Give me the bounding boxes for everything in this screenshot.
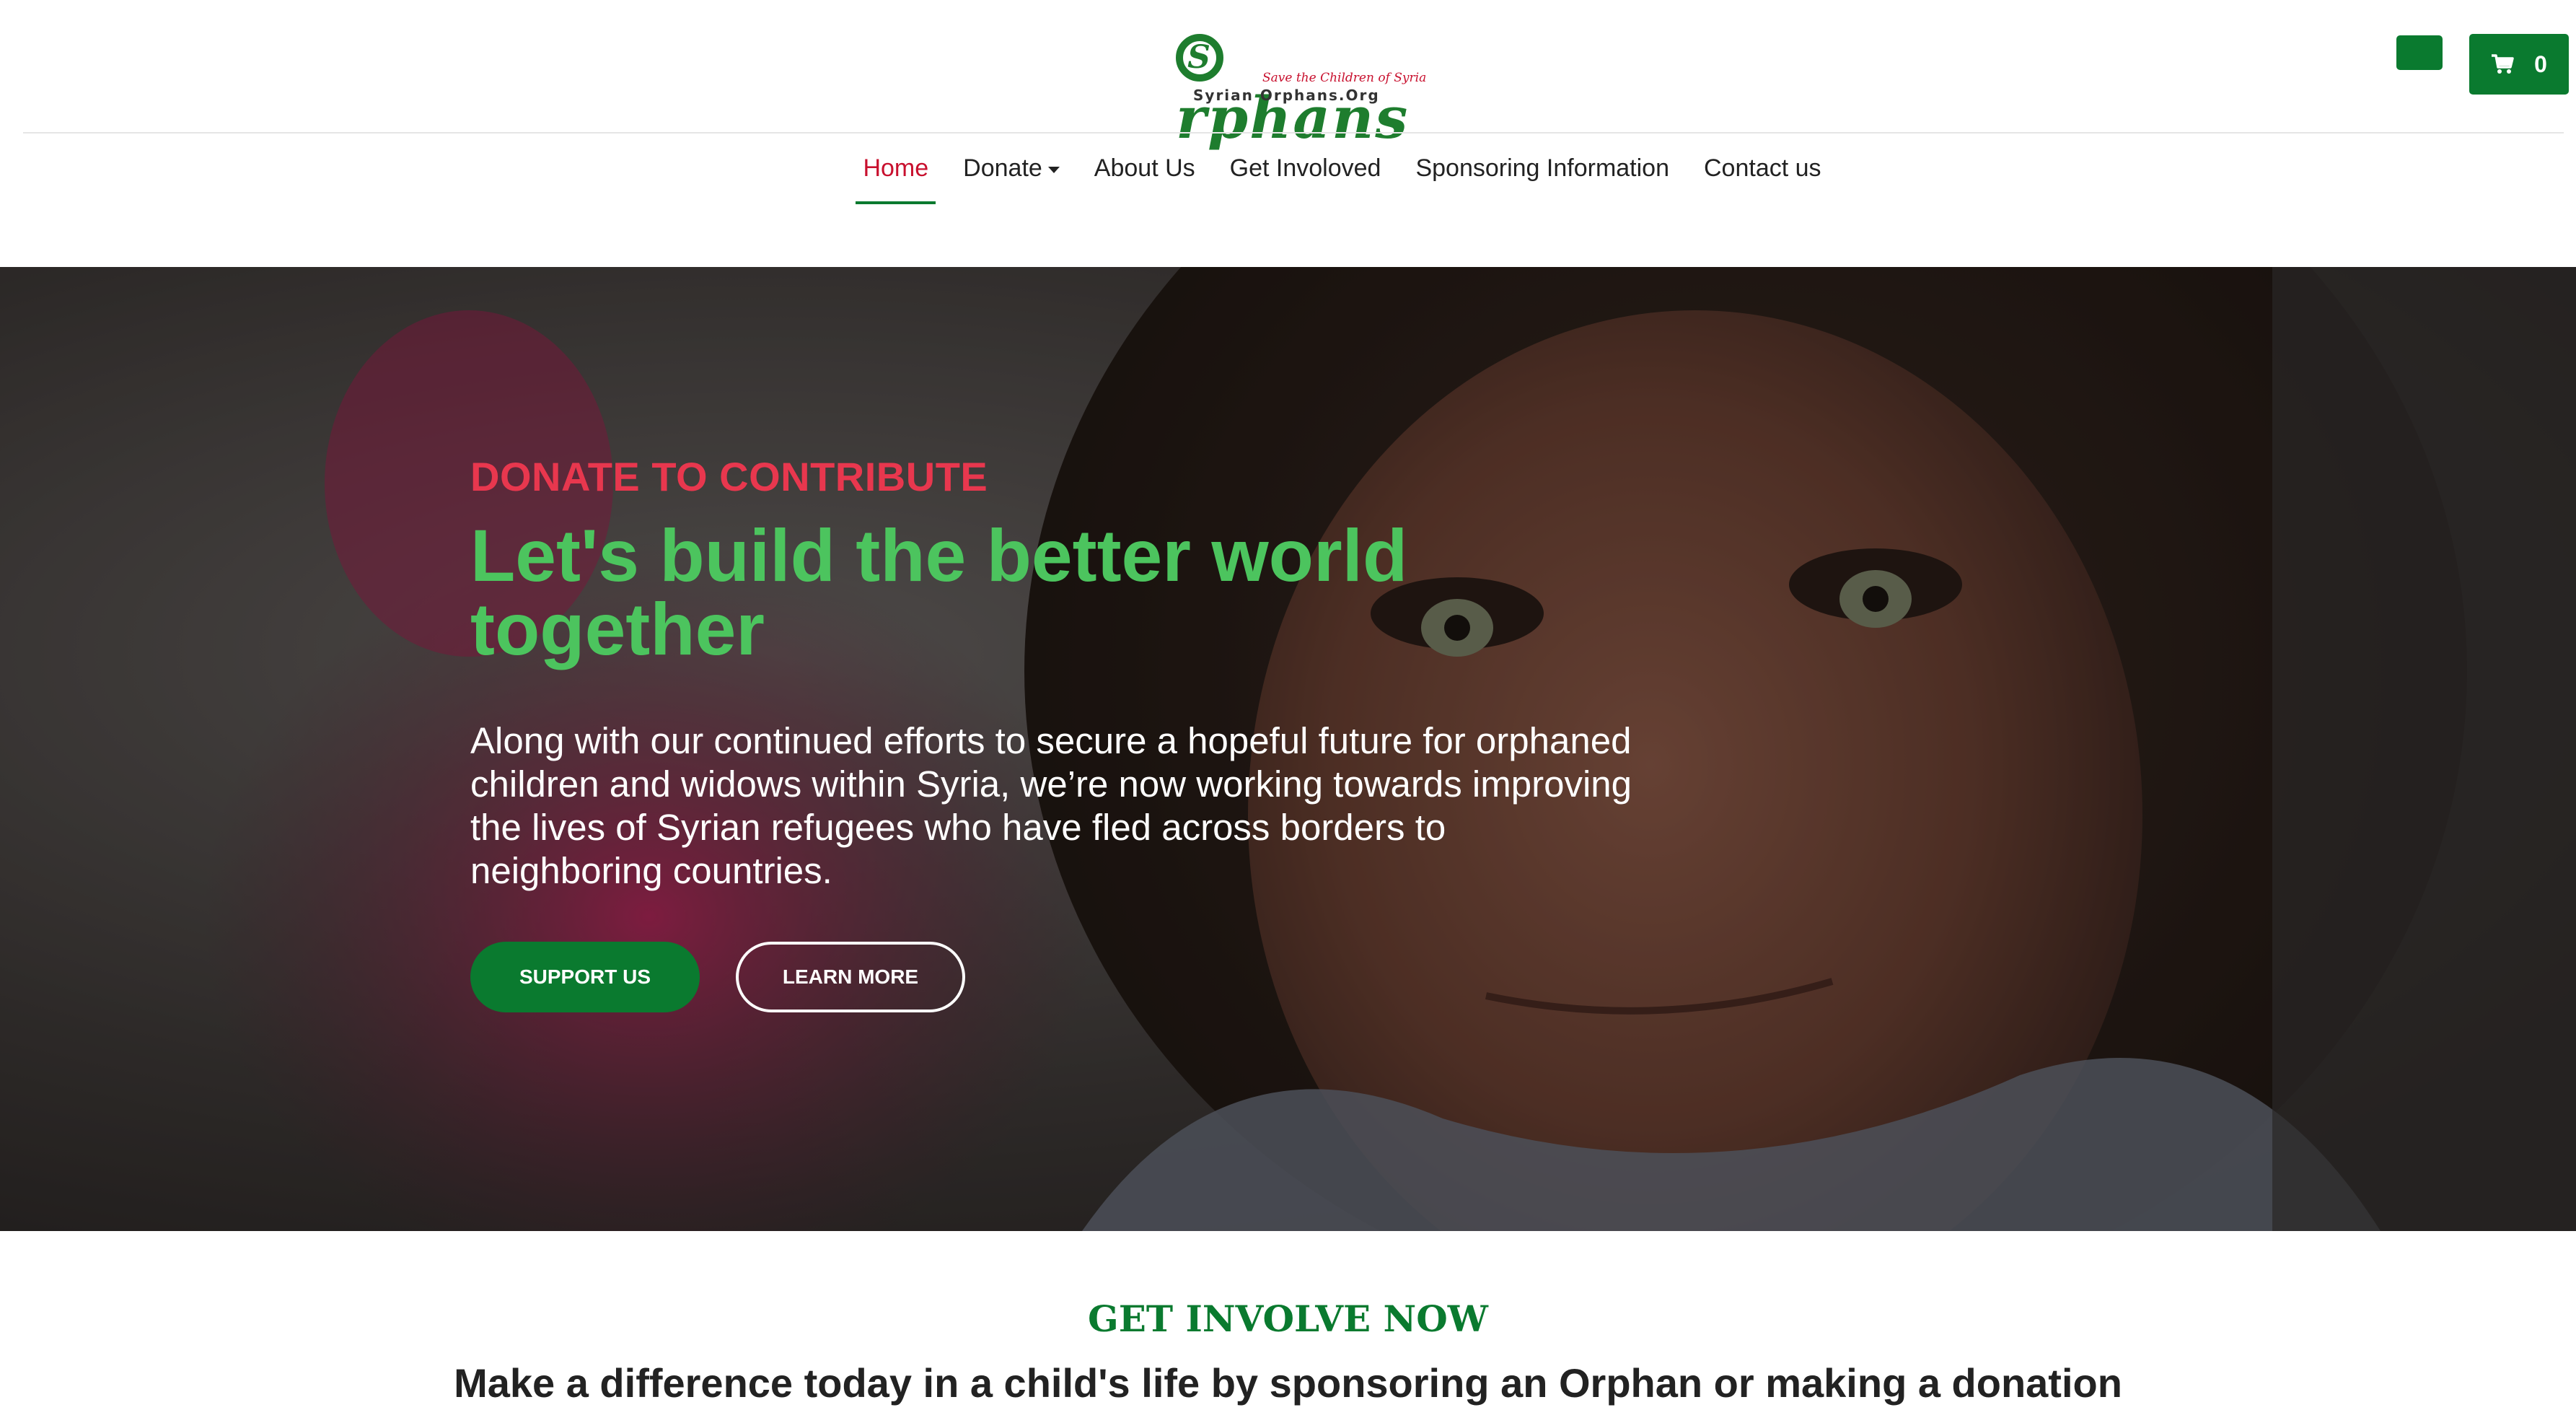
site-header: Srphans Save the Children of Syria Syria… — [0, 0, 2576, 267]
logo-site-name: Syrian Orphans.Org — [1193, 87, 1380, 104]
nav-item-contact-us[interactable]: Contact us — [1697, 152, 1829, 204]
nav-item-donate[interactable]: Donate — [956, 152, 1067, 204]
logo-wordmark: Srphans — [1176, 20, 1409, 150]
nav-item-get-involved[interactable]: Get Involoved — [1223, 152, 1389, 204]
nav-item-home[interactable]: Home — [856, 152, 936, 204]
cart-icon — [2492, 54, 2514, 74]
language-button[interactable] — [2396, 35, 2443, 70]
nav-item-sponsoring-information[interactable]: Sponsoring Information — [1408, 152, 1676, 204]
hero-buttons: SUPPORT US LEARN MORE — [470, 942, 1653, 1012]
hero-content: DONATE TO CONTRIBUTE Let's build the bet… — [470, 453, 1653, 1012]
learn-more-button[interactable]: LEARN MORE — [736, 942, 965, 1012]
cart-button[interactable]: 0 — [2469, 34, 2569, 95]
get-involved-section: GET INVOLVE NOW Make a difference today … — [0, 1231, 2576, 1410]
hero-eyebrow: DONATE TO CONTRIBUTE — [470, 454, 988, 499]
support-us-button[interactable]: SUPPORT US — [470, 942, 700, 1012]
nav-item-donate-label: Donate — [963, 154, 1042, 182]
header-divider — [23, 132, 2564, 133]
logo-initial: S — [1176, 34, 1223, 82]
nav-item-about-us[interactable]: About Us — [1087, 152, 1203, 204]
hero-headline: Let's build the better world together — [470, 514, 1408, 670]
logo-tagline: Save the Children of Syria — [1262, 71, 1427, 85]
hero-banner: DONATE TO CONTRIBUTE Let's build the bet… — [0, 267, 2576, 1231]
site-logo[interactable]: Srphans Save the Children of Syria Syria… — [1176, 20, 1426, 150]
hero-lead: Along with our continued efforts to secu… — [470, 720, 1632, 891]
involve-title: GET INVOLVE NOW — [1088, 1297, 1488, 1340]
main-nav: Home Donate About Us Get Involoved Spons… — [0, 152, 2576, 204]
involve-subtitle: Make a difference today in a child's lif… — [454, 1360, 2122, 1406]
chevron-down-icon — [1047, 166, 1060, 173]
cart-count: 0 — [2534, 51, 2547, 77]
